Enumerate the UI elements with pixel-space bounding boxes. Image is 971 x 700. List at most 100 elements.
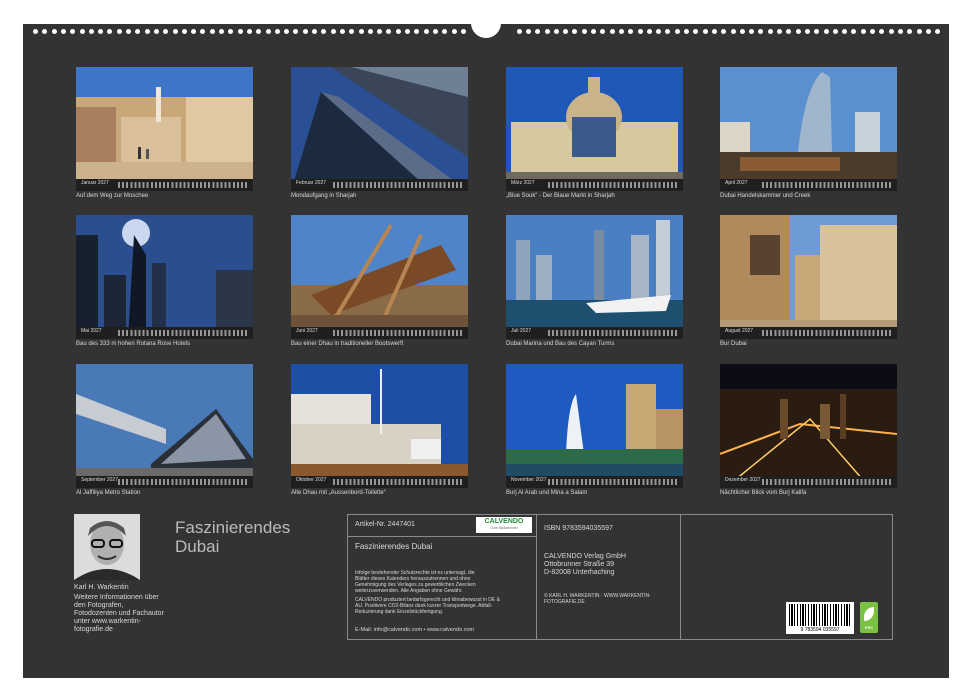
binding-hole: [51, 29, 57, 34]
binding-hole: [693, 29, 699, 34]
binding-hole: [525, 29, 531, 34]
binding-hole: [116, 29, 122, 34]
month-label: März 2027: [511, 180, 535, 186]
eco-badge-icon: FSC: [860, 602, 878, 633]
binding-hole: [721, 29, 727, 34]
binding-hole: [851, 29, 857, 34]
dhow-shipyard-image: [291, 215, 468, 339]
binding-hole: [228, 29, 234, 34]
binding-hole: [330, 29, 336, 34]
binding-hole: [79, 29, 85, 34]
photo-month-12: Dezember 2027: [720, 364, 897, 488]
binding-hole: [870, 29, 875, 34]
binding-hole: [88, 29, 94, 34]
month-calendar-strip: November 2027: [506, 476, 683, 488]
author-bio: Weitere Informationen über den Fotografe…: [74, 594, 164, 633]
binding-hole: [767, 29, 773, 34]
binding-hole: [591, 29, 596, 34]
binding-hole: [730, 29, 736, 34]
metro-station-image: [76, 364, 253, 488]
isbn: ISBN 9783594035597: [544, 525, 613, 532]
binding-hole: [432, 29, 438, 34]
binding-hole: [618, 29, 624, 34]
photo-caption: Mondaufgang in Sharjah: [291, 193, 357, 199]
month-calendar-strip: April 2027: [720, 179, 897, 191]
binding-hole: [702, 29, 708, 34]
binding-hole: [274, 29, 280, 34]
binding-hole: [563, 29, 569, 34]
binding-hole: [42, 29, 48, 34]
binding-hole: [451, 29, 457, 34]
binding-hole: [814, 29, 820, 34]
binding-hole: [860, 29, 866, 34]
month-calendar-strip: Juni 2027: [291, 327, 468, 339]
binding-hole: [600, 29, 606, 34]
month-calendar-strip: Juli 2027: [506, 327, 683, 339]
month-calendar-strip: August 2027: [720, 327, 897, 339]
month-label: Oktober 2027: [296, 477, 327, 483]
binding-hole: [916, 29, 922, 34]
binding-hole: [832, 29, 838, 34]
photo-caption: Dubai Marina und Bau des Cayan Turms: [506, 341, 615, 347]
info-title: Faszinierendes Dubai: [355, 542, 433, 551]
calvendo-logo: CALVENDO Gute Bildkalender: [476, 517, 532, 533]
photo-caption: Bau einer Dhau in traditioneller Bootswe…: [291, 341, 404, 347]
month-calendar-strip: Oktober 2027: [291, 476, 468, 488]
photo-month-4: April 2027: [720, 67, 897, 191]
binding-hole: [321, 29, 327, 34]
photo-caption: Burj Al Arab und Mina a Salam: [506, 490, 588, 496]
calendar-title: Faszinierendes Dubai: [175, 518, 291, 556]
photo-caption: „Blue Souk“ - Der Blaue Markt in Sharjah: [506, 193, 615, 199]
binding-hole: [153, 29, 159, 34]
glass-tower-image: [291, 67, 468, 191]
binding-hole: [395, 29, 401, 34]
photo-caption: Bur Dubai: [720, 341, 747, 347]
binding-hole: [312, 29, 317, 34]
photo-caption: Bau des 333 m hohen Rotana Rose Hotels: [76, 341, 191, 347]
binding-hole: [60, 29, 66, 34]
binding-hole: [842, 29, 848, 34]
month-label: September 2027: [81, 477, 118, 483]
old-dhow-image: [291, 364, 468, 488]
binding-hole: [804, 29, 810, 34]
binding-hole: [386, 29, 392, 34]
photo-month-7: Juli 2027: [506, 215, 683, 339]
binding-hole: [925, 29, 931, 34]
binding-hole: [181, 29, 187, 34]
binding-hole: [200, 29, 206, 34]
binding-hole: [358, 29, 364, 34]
photo-month-3: März 2027: [506, 67, 683, 191]
binding-hole: [442, 29, 448, 34]
month-label: August 2027: [725, 328, 754, 334]
binding-hole: [33, 29, 38, 34]
photo-caption: Nächtlicher Blick vom Burj Kalifa: [720, 490, 807, 496]
binding-hole: [144, 29, 150, 34]
binding-hole: [414, 29, 420, 34]
binding-hole: [628, 29, 634, 34]
binding-hole: [460, 29, 466, 34]
binding-hole: [284, 29, 290, 34]
photo-month-10: Oktober 2027: [291, 364, 468, 488]
binding-hole: [935, 29, 941, 34]
month-label: Juli 2027: [511, 328, 532, 334]
binding-hole: [879, 29, 885, 34]
binding-hole: [107, 29, 113, 34]
binding-hole: [293, 29, 299, 34]
photo-month-9: September 2027: [76, 364, 253, 488]
binding-hole: [739, 29, 745, 34]
creek-image: [720, 67, 897, 191]
photo-caption: Alte Dhau mit „Aussenbord-Toilette“: [291, 490, 386, 496]
binding-hole: [377, 29, 383, 34]
binding-hole: [237, 29, 243, 34]
binding-hole: [163, 29, 169, 34]
binding-hole: [367, 29, 373, 34]
binding-hole: [646, 29, 652, 34]
binding-hole: [609, 29, 615, 34]
binding-hole: [823, 29, 829, 34]
binding-hole: [126, 29, 131, 34]
burj-al-arab-image: [506, 364, 683, 488]
photo-month-1: Januar 2027: [76, 67, 253, 191]
binding-hole: [349, 29, 355, 34]
binding-hole: [256, 29, 262, 34]
photo-month-8: August 2027: [720, 215, 897, 339]
